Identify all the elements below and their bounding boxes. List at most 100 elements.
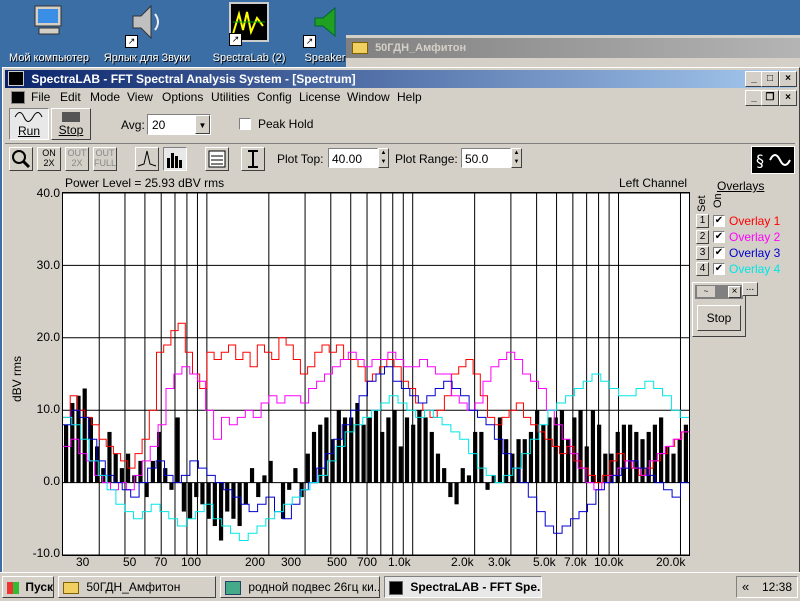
zoom-full-icon[interactable]: OUT FULL	[93, 147, 117, 171]
chevron-down-icon[interactable]: ▼	[195, 115, 210, 134]
mini-more-button[interactable]: ...	[742, 282, 758, 296]
settings-icon[interactable]	[205, 147, 229, 171]
zoom-in-2x-icon[interactable]: ON 2X	[37, 147, 61, 171]
overlays-on-label: On	[712, 193, 724, 208]
line-mode-icon[interactable]	[135, 147, 159, 171]
taskbar: Пуск 50ГДН_Амфитон родной подвес 26гц ки…	[0, 572, 800, 601]
spectrum-bar	[504, 439, 509, 483]
spectrum-bar	[187, 482, 193, 519]
menu-utilities[interactable]: Utilities	[211, 90, 250, 104]
spectrum-bar	[287, 482, 292, 490]
spectrum-bar	[404, 417, 410, 483]
desktop-icon-label: Мой компьютер	[8, 52, 90, 64]
signal-generator-icon[interactable]: §	[751, 146, 795, 174]
toolbar-row-2: ON 2X OUT 2X OUT FULL Plot Top: 40.00 ▲ ▼ Pl…	[5, 143, 795, 174]
mini-control-window: ~ × Stop	[692, 282, 746, 337]
shortcut-arrow-icon: ↗	[303, 35, 316, 48]
peak-hold-checkbox[interactable]	[239, 118, 251, 130]
plot-range-value: 50.0	[465, 152, 489, 166]
desktop-icon-sounds[interactable]: ↗ Ярлык для Звуки	[102, 2, 192, 64]
mini-close-button[interactable]: ×	[728, 286, 741, 298]
overlay-set-button[interactable]: 1	[696, 214, 709, 228]
y-tick-label: 20.0	[36, 330, 60, 344]
overlay-set-button[interactable]: 4	[696, 262, 709, 276]
window-titlebar[interactable]: SpectraLAB - FFT Spectral Analysis Syste…	[5, 70, 797, 88]
run-button[interactable]: Run	[9, 108, 49, 140]
spectrum-bar	[225, 482, 230, 512]
spectrum-bar	[671, 453, 676, 483]
child-restore-button[interactable]: ❐	[761, 90, 779, 106]
x-tick-label: 500	[327, 555, 348, 569]
menu-mode[interactable]: Mode	[90, 90, 120, 104]
x-tick-label: 3.0k	[488, 555, 511, 569]
spectrum-bar	[194, 482, 199, 498]
menu-license[interactable]: License	[299, 90, 340, 104]
mini-stop-label: Stop	[706, 311, 732, 325]
tray-expand-icon[interactable]: «	[742, 579, 749, 594]
y-tick-label: 30.0	[36, 258, 60, 272]
task-button-image[interactable]: родной подвес 26гц ки...	[220, 576, 380, 598]
plot-top-input[interactable]: 40.00	[328, 148, 378, 168]
start-label: Пуск	[25, 580, 54, 594]
background-window-titlebar[interactable]: 50ГДН_Амфитон	[346, 38, 800, 58]
spectrum-bar	[454, 482, 459, 505]
overlay-label: Overlay 1	[729, 214, 781, 228]
mini-stop-button[interactable]: Stop	[697, 305, 741, 331]
start-button[interactable]: Пуск	[2, 576, 54, 598]
x-tick-label: 5.0k	[533, 555, 556, 569]
shortcut-arrow-icon: ↗	[229, 33, 242, 46]
overlay-on-checkbox[interactable]: ✔	[713, 247, 725, 259]
plot-range-input[interactable]: 50.0	[461, 148, 511, 168]
spectrum-bar	[64, 424, 69, 483]
zoom-out-2x-icon[interactable]: OUT 2X	[65, 147, 89, 171]
mini-window-titlebar[interactable]: ~ ×	[695, 285, 743, 299]
task-button-explorer[interactable]: 50ГДН_Амфитон	[58, 576, 216, 598]
menu-file[interactable]: File	[31, 90, 50, 104]
y-tick-label: 10.0	[36, 402, 60, 416]
mini-window-icon: ~	[697, 286, 715, 297]
overlay-label: Overlay 2	[729, 230, 781, 244]
overlay-on-checkbox[interactable]: ✔	[713, 263, 725, 275]
spectrum-bar	[169, 482, 174, 490]
menu-window[interactable]: Window	[347, 90, 390, 104]
child-close-button[interactable]: ×	[779, 90, 797, 106]
close-button[interactable]: ×	[779, 71, 797, 87]
menu-config[interactable]: Config	[257, 90, 292, 104]
overlay-on-checkbox[interactable]: ✔	[713, 231, 725, 243]
x-tick-label: 50	[123, 555, 137, 569]
menu-options[interactable]: Options	[162, 90, 203, 104]
scale-icon[interactable]	[241, 147, 265, 171]
spectrum-bar	[584, 446, 589, 483]
spectrum-bar	[411, 424, 416, 483]
spectrum-plot[interactable]	[62, 192, 690, 556]
spectrum-bar	[200, 482, 205, 505]
plot-range-spinner[interactable]: ▲ ▼	[511, 148, 522, 168]
spectrum-bar	[206, 482, 211, 519]
maximize-button[interactable]: □	[761, 71, 779, 87]
overlay-set-button[interactable]: 2	[696, 230, 709, 244]
overlay-set-button[interactable]: 3	[696, 246, 709, 260]
menu-view[interactable]: View	[127, 90, 153, 104]
spectrum-bar	[392, 410, 397, 483]
plot-top-spinner[interactable]: ▲ ▼	[378, 148, 389, 168]
x-tick-label: 300	[281, 555, 302, 569]
run-label: Run	[17, 124, 40, 138]
spectrum-bar	[652, 424, 658, 483]
windows-logo-icon	[7, 581, 19, 594]
zoom-icon[interactable]	[9, 147, 33, 171]
stop-button[interactable]: Stop	[51, 108, 91, 140]
y-axis-title: dBV rms	[10, 355, 25, 403]
overlay-on-checkbox[interactable]: ✔	[713, 215, 725, 227]
spectrum-bar	[597, 424, 602, 483]
spectrum-bar	[448, 482, 453, 498]
task-label: родной подвес 26гц ки...	[248, 580, 380, 594]
avg-select[interactable]: 20 ▼	[147, 114, 211, 135]
menu-help[interactable]: Help	[397, 90, 422, 104]
channel-label: Left Channel	[619, 176, 688, 190]
desktop-icon-my-computer[interactable]: Мой компьютер	[4, 2, 94, 64]
bar-mode-icon[interactable]	[163, 147, 187, 171]
task-button-spectralab[interactable]: SpectraLAB - FFT Spe...	[384, 576, 542, 598]
spectrum-bar	[256, 482, 261, 498]
spectrum-bar	[380, 431, 385, 483]
menu-edit[interactable]: Edit	[60, 90, 81, 104]
